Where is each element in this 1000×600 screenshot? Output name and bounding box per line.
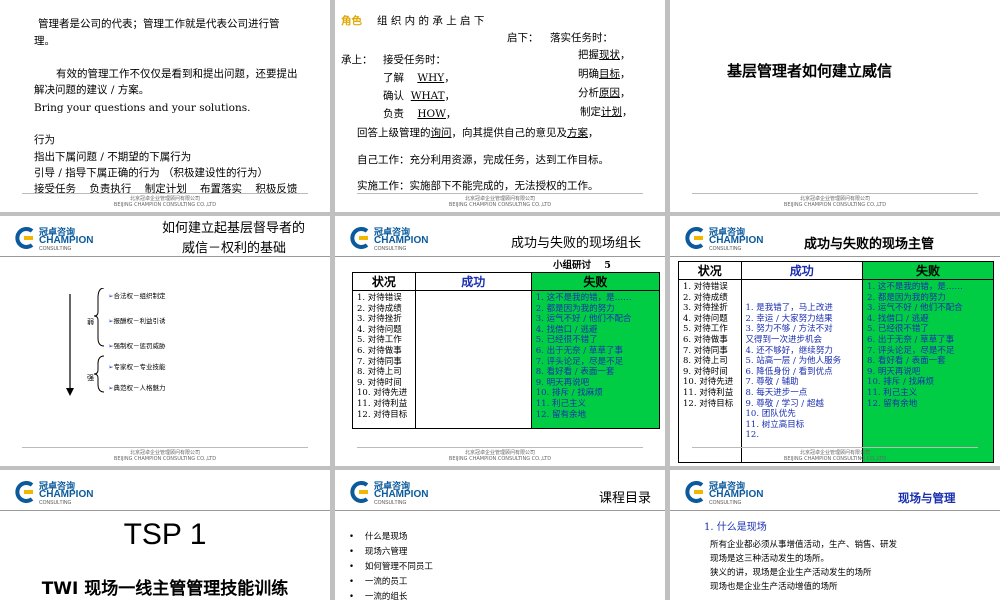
slide1-p5: 指出下属问题 / 不期望的下属行为 (34, 151, 192, 163)
slide-thumbnail-2[interactable]: 角色 组 织 内 的 承 上 启 下 启下： 落实任务时： 把握现状， 明确目标… (335, 0, 665, 212)
toc-item-4: • 一流的员工 (349, 577, 408, 587)
down-task: 落实任务时： (550, 32, 613, 44)
role-label: 角色 (341, 15, 362, 27)
champion-logo: 冠卓咨询 CHAMPION CONSULTING (349, 478, 431, 508)
slide1-p6: 引导 / 指导下属正确的行为 （积极建设性的行为） (34, 167, 269, 179)
up-label: 承上： (341, 54, 373, 66)
power-item-3: ➢强制权－惩罚威胁 (108, 342, 166, 350)
slide9-title: 现场与管理 (898, 491, 956, 505)
champion-logo: 冠卓咨询 CHAMPION CONSULTING (684, 478, 766, 508)
slide4-title-1: 如何建立起基层督导者的 (162, 221, 306, 236)
slide1-p3: Bring your questions and your solutions. (34, 102, 251, 114)
slide2-line3: 实施工作：实施部下不能完成的，无法授权的工作。 (357, 180, 599, 192)
slide2-line1: 回答上级管理的询问，向其提供自己的意见及方案， (357, 127, 599, 139)
slide7-title-1: TSP 1 (123, 518, 207, 551)
toc-item-3: • 如何管理不同员工 (349, 562, 433, 572)
down-item-4: 制定计划， (580, 106, 633, 118)
power-item-5: ➢典范权－人格魅力 (108, 384, 166, 392)
up-task: 接受任务时： (383, 54, 446, 66)
group-discussion-label: 小组研讨 5 (553, 260, 611, 271)
toc-item-2: • 现场六管理 (349, 547, 408, 557)
slide9-subtitle: 1. 什么是现场 (704, 522, 767, 533)
down-label: 启下： (507, 32, 539, 44)
champion-logo: 冠卓咨询 CHAMPION CONSULTING (14, 478, 96, 508)
champion-logo: 冠卓咨询 CHAMPION CONSULTING (14, 224, 96, 254)
header-fail: 失败 (530, 272, 661, 291)
down-item-2: 明确目标， (578, 68, 631, 80)
slide4-title-2: 威信－权利的基础 (182, 241, 287, 256)
status-list: 1. 对待错误 2. 对待成绩 3. 对待挫折 4. 对待问题 5. 对待工作 6. 对待… (357, 293, 408, 420)
slide1-p1b: 理。 (34, 35, 55, 47)
champion-logo: 冠卓咨询 CHAMPION CONSULTING (684, 224, 766, 254)
success-list: 1. 是我错了，马上改进 2. 幸运 / 大家努力结果 3. 努力不够 / 方法不对… (745, 303, 842, 441)
slide2-title: 组 织 内 的 承 上 启 下 (377, 15, 485, 27)
champion-logo: 冠卓咨询 CHAMPION CONSULTING (349, 224, 431, 254)
slide1-p1: 管理者是公司的代表；管理工作就是代表公司进行管 (38, 18, 280, 30)
slide5-table: 状况 成功 失败 1. 对待错误 2. 对待成绩 3. 对待挫折 4. 对待问题 5. … (352, 272, 661, 429)
slide-footer: 北京冠卓企业管理顾问有限公司 BEIJING CHAMPION CONSULTIN… (335, 193, 665, 208)
slide-thumbnail-3[interactable]: 基层管理者如何建立威信 北京冠卓企业管理顾问有限公司 BEIJING CHAMPI… (670, 0, 1000, 212)
slide-footer: 北京冠卓企业管理顾问有限公司 BEIJING CHAMPION CONSULTIN… (670, 447, 1000, 462)
slide-footer: 北京冠卓企业管理顾问有限公司 BEIJING CHAMPION CONSULTIN… (335, 447, 665, 462)
slide3-title: 基层管理者如何建立威信 (727, 62, 893, 80)
header-success: 成功 (414, 272, 532, 291)
status-list: 1. 对待错误 2. 对待成绩 3. 对待挫折 4. 对待问题 5. 对待工作 6. 对待… (683, 282, 734, 409)
champion-logo-icon (350, 481, 369, 503)
champion-logo-icon (685, 481, 704, 503)
header-success: 成功 (740, 261, 864, 280)
slide7-title-2: TWI 现场一线主管管理技能训练 (41, 579, 289, 599)
power-item-1: ➢合法权－组织制定 (108, 292, 166, 300)
slide8-title: 课程目录 (599, 491, 652, 506)
toc-item-5: • 一流的组长 (349, 592, 408, 600)
slide-thumbnail-9[interactable]: 冠卓咨询 CHAMPION CONSULTING 现场与管理 1. 什么是现场 所有… (670, 470, 1000, 600)
header-status: 状况 (678, 261, 742, 280)
header-fail: 失败 (862, 261, 994, 280)
slide-thumbnail-5[interactable]: 冠卓咨询 CHAMPION CONSULTING 成功与失败的现场组长 小组研讨 5… (335, 216, 665, 466)
champion-logo-icon (15, 227, 34, 249)
header-status: 状况 (352, 272, 416, 291)
slide1-p2: 有效的管理工作不仅仅是看到和提出问题，还要提出 (56, 68, 298, 80)
weak-label: 弱 (87, 318, 94, 326)
toc-item-1: • 什么是现场 (349, 532, 408, 542)
champion-logo-icon (350, 227, 369, 249)
slide5-title: 成功与失败的现场组长 (511, 236, 642, 251)
down-item-1: 把握现状， (578, 49, 631, 61)
up-item-3: 负责 HOW， (383, 108, 457, 120)
slide-footer: 北京冠卓企业管理顾问有限公司 BEIJING CHAMPION CONSULTIN… (670, 193, 1000, 208)
power-item-4: ➢专家权－专业技能 (108, 363, 166, 371)
slide-footer: 北京冠卓企业管理顾问有限公司 BEIJING CHAMPION CONSULTIN… (0, 447, 330, 462)
slide-thumbnail-4[interactable]: 冠卓咨询 CHAMPION CONSULTING 如何建立起基层督导者的 威信－权利… (0, 216, 330, 466)
slide-thumbnail-7[interactable]: 冠卓咨询 CHAMPION CONSULTING TSP 1 TWI 现场一线主管管… (0, 470, 330, 600)
champion-logo-icon (15, 481, 34, 503)
slide-thumbnail-6[interactable]: 冠卓咨询 CHAMPION CONSULTING 成功与失败的现场主管 状况 成功 … (670, 216, 1000, 466)
strong-label: 强 (87, 374, 94, 382)
fail-list: 1. 这不是我的错，是…… 2. 都是因为我的努力 3. 运气不好 / 他们不配合 4… (535, 293, 632, 420)
slide1-p4: 行为 (34, 134, 55, 146)
up-item-1: 了解 WHY， (383, 72, 455, 84)
slide1-p2b: 解决问题的建议 / 方案。 (34, 84, 150, 96)
up-item-2: 确认 WHAT， (383, 90, 456, 102)
slide2-line2: 自己工作：充分利用资源，完成任务，达到工作目标。 (357, 154, 609, 166)
fail-list: 1. 这不是我的错，是…… 2. 都是因为我的努力 3. 运气不好 / 他们不配合 4… (867, 282, 963, 409)
power-item-2: ➢报酬权－利益引诱 (108, 317, 166, 325)
champion-logo-icon (685, 227, 704, 249)
slide6-table: 状况 成功 失败 1. 对待错误 2. 对待成绩 3. 对待挫折 4. 对待问题 5. … (678, 261, 994, 464)
slide-thumbnail-1[interactable]: 管理者是公司的代表；管理工作就是代表公司进行管 理。 有效的管理工作不仅仅是看到… (0, 0, 330, 212)
slide6-title: 成功与失败的现场主管 (804, 237, 935, 252)
slide9-body: 所有企业都必须从事增值活动，生产、销售、研发 现场是这三种活动发生的场所。 狭义… (710, 540, 898, 592)
success-column-empty (414, 290, 532, 429)
toc-list: • 什么是现场 • 现场六管理 • 如何管理不同员工 • 一流的员工 • 一流的… (349, 530, 433, 600)
slide-footer: 北京冠卓企业管理顾问有限公司 BEIJING CHAMPION CONSULTIN… (0, 193, 330, 208)
slide-thumbnail-8[interactable]: 冠卓咨询 CHAMPION CONSULTING 课程目录 • 什么是现场 • 现场… (335, 470, 665, 600)
down-item-3: 分析原因， (578, 87, 631, 99)
